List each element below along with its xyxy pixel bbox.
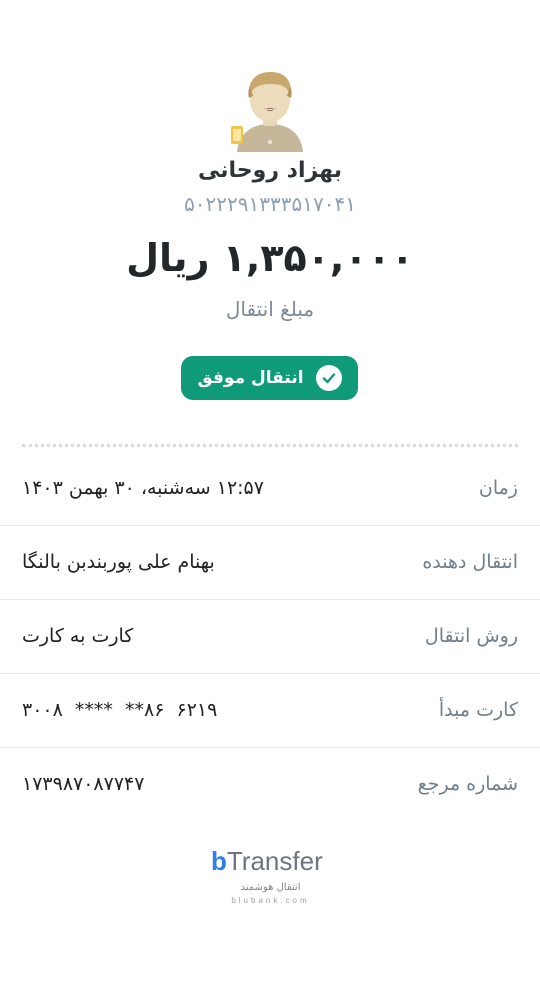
details-list: زمان ۱۲:۵۷ سه‌شنبه، ۳۰ بهمن ۱۴۰۳ انتقال …	[0, 452, 540, 821]
detail-row-method: روش انتقال کارت به کارت	[0, 600, 540, 674]
brand-site: blubank.com	[231, 896, 310, 905]
detail-row-reference: شماره مرجع ۱۷۳۹۸۷۰۸۷۷۴۷	[0, 748, 540, 821]
check-icon	[315, 365, 342, 391]
detail-row-source-card: کارت مبدأ ۶۲۱۹ ۸۶** **** ۳۰۰۸	[0, 674, 540, 748]
brand-wordmark: bTransfer	[211, 846, 323, 877]
detail-key: روش انتقال	[424, 625, 518, 647]
transfer-amount-label: مبلغ انتقال	[225, 297, 315, 321]
detail-value: بهنام علی پوربندبن بالنگا	[22, 551, 215, 573]
detail-row-sender: انتقال دهنده بهنام علی پوربندبن بالنگا	[0, 526, 540, 600]
detail-value: کارت به کارت	[22, 625, 134, 647]
btransfer-logo: bTransfer انتقال هوشمند blubank.com	[205, 846, 340, 910]
detail-key: انتقال دهنده	[422, 551, 518, 573]
recipient-card-number: ۵۰۲۲۲۹۱۳۳۳۵۱۷۰۴۱	[184, 192, 356, 216]
brand-tagline: انتقال هوشمند	[240, 882, 301, 893]
detail-key: کارت مبدأ	[438, 699, 518, 721]
avatar	[229, 68, 311, 154]
detail-value: ۶۲۱۹ ۸۶** **** ۳۰۰۸	[22, 699, 218, 721]
brand-rest: Transfer	[226, 846, 323, 876]
brand-b: b	[211, 846, 227, 876]
dotted-divider	[22, 444, 518, 447]
status-badge: انتقال موفق	[181, 356, 358, 400]
detail-row-time: زمان ۱۲:۵۷ سه‌شنبه، ۳۰ بهمن ۱۴۰۳	[0, 452, 540, 526]
transfer-amount: ۱,۳۵۰,۰۰۰ ریال	[126, 236, 414, 280]
detail-value: ۱۷۳۹۸۷۰۸۷۷۴۷	[22, 773, 145, 795]
status-label: انتقال موفق	[197, 368, 304, 388]
detail-key: شماره مرجع	[417, 773, 518, 795]
detail-value: ۱۲:۵۷ سه‌شنبه، ۳۰ بهمن ۱۴۰۳	[22, 477, 264, 499]
detail-key: زمان	[478, 477, 518, 499]
recipient-name: بهزاد روحانی	[198, 158, 342, 183]
